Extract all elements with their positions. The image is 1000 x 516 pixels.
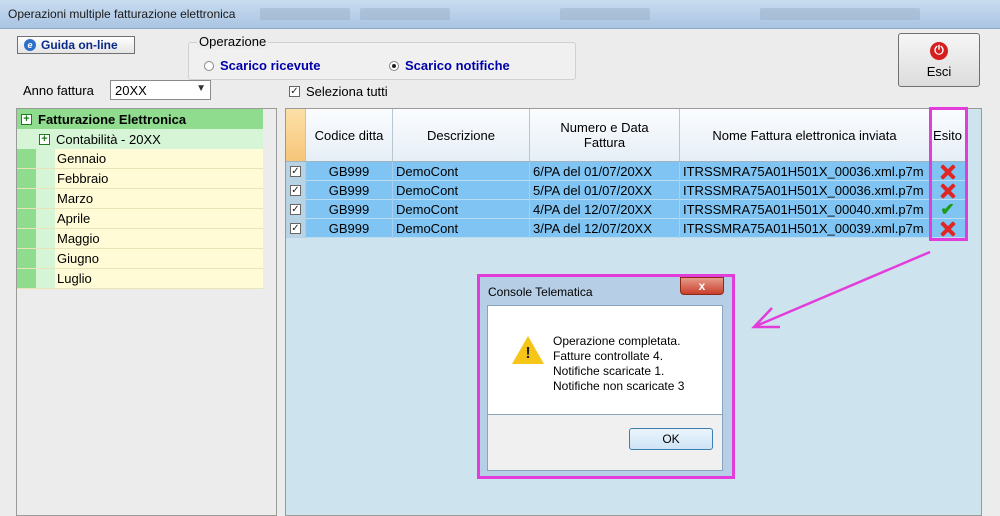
dialog-message: Operazione completata. Fatture controlla… xyxy=(553,334,684,394)
dialog-message-line: Notifiche non scaricate 3 xyxy=(553,379,685,393)
console-telematica-dialog: Console Telematica x ! Operazione comple… xyxy=(477,274,735,479)
close-button[interactable]: x xyxy=(680,277,724,295)
dialog-title: Console Telematica xyxy=(488,285,593,299)
warning-exclamation-icon: ! xyxy=(525,345,531,362)
ok-button[interactable]: OK xyxy=(629,428,713,450)
dialog-message-line: Notifiche scaricate 1. xyxy=(553,364,665,378)
dialog-message-line: Operazione completata. xyxy=(553,334,681,348)
dialog-body: ! Operazione completata. Fatture control… xyxy=(487,305,723,415)
dialog-message-line: Fatture controllate 4. xyxy=(553,349,664,363)
dialog-footer: OK xyxy=(487,415,723,471)
